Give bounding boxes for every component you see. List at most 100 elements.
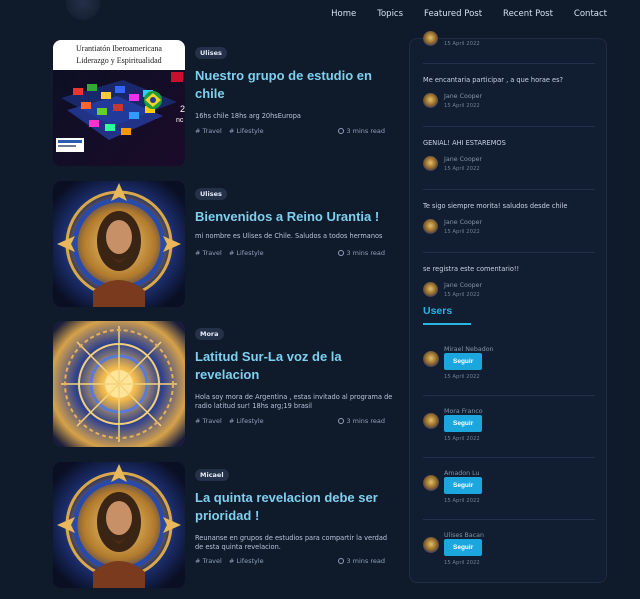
category-lifestyle[interactable]: # Lifestyle: [229, 557, 264, 565]
users-heading-underline: [423, 323, 471, 325]
category-lifestyle[interactable]: # Lifestyle: [229, 249, 264, 257]
user-date: 15 April 2022: [444, 498, 480, 504]
nav-home[interactable]: Home: [331, 9, 356, 19]
category-travel[interactable]: # Travel: [195, 127, 222, 135]
divider: [423, 126, 595, 127]
comment-date: 15 April 2022: [444, 292, 480, 298]
nav-featured-post[interactable]: Featured Post: [424, 9, 482, 19]
comment-item: 15 April 2022: [423, 31, 595, 49]
post-card: Ulises Bienvenidos a Reino Urantia ! mi …: [53, 181, 393, 307]
poster-title-line2: Liderazgo y Espiritualidad: [76, 56, 161, 65]
read-time: 3 mins read: [346, 127, 385, 135]
author-tag[interactable]: Micael: [195, 469, 229, 481]
user-name[interactable]: Mora Franco: [444, 408, 483, 415]
comment-user: Jane Cooper 15 April 2022: [423, 282, 595, 300]
user-date: 15 April 2022: [444, 560, 480, 566]
post-thumbnail-mandala[interactable]: [53, 321, 185, 447]
category-travel[interactable]: # Travel: [195, 417, 222, 425]
urantiaton-poster-image: Urantiatón Iberoamericana Liderazgo y Es…: [53, 40, 185, 166]
post-thumbnail-jesus[interactable]: [53, 462, 185, 588]
comment-user: Jane Cooper 15 April 2022: [423, 93, 595, 111]
comment-item: Te sigo siempre morita! saludos desde ch…: [423, 202, 595, 237]
comment-item: Me encantaria participar , a que horae e…: [423, 76, 595, 111]
comment-item: se registra este comentario!! Jane Coope…: [423, 265, 595, 300]
comment-text: Te sigo siempre morita! saludos desde ch…: [423, 202, 568, 210]
post-body: Micael La quinta revelacion debe ser pri…: [195, 462, 395, 552]
user-item: Mora Franco Seguir 15 April 2022: [423, 408, 595, 448]
follow-button[interactable]: Seguir: [444, 477, 483, 494]
jesus-mandala-image: [53, 462, 185, 588]
read-time: 3 mins read: [346, 557, 385, 565]
user-avatar[interactable]: [423, 93, 438, 108]
nav-contact[interactable]: Contact: [574, 9, 607, 19]
author-tag[interactable]: Ulises: [195, 188, 227, 200]
read-time: 3 mins read: [346, 249, 385, 257]
author-tag[interactable]: Mora: [195, 328, 224, 340]
divider: [423, 519, 595, 520]
divider: [423, 457, 595, 458]
clock-icon: [338, 418, 345, 424]
user-avatar[interactable]: [423, 475, 439, 491]
category-lifestyle[interactable]: # Lifestyle: [229, 417, 264, 425]
follow-button[interactable]: Seguir: [444, 353, 483, 370]
nav-recent-post[interactable]: Recent Post: [503, 9, 553, 19]
user-avatar[interactable]: [423, 537, 439, 553]
category-travel[interactable]: # Travel: [195, 557, 222, 565]
user-avatar[interactable]: [423, 351, 439, 367]
user-item: Mirael Nebadon Seguir 15 April 2022: [423, 346, 595, 386]
category-lifestyle[interactable]: # Lifestyle: [229, 127, 264, 135]
comment-user: Jane Cooper 15 April 2022: [423, 156, 595, 174]
post-excerpt: mi nombre es Ulises de Chile. Saludos a …: [195, 232, 383, 240]
post-thumbnail-jesus[interactable]: [53, 181, 185, 307]
post-body: Ulises Nuestro grupo de estudio en chile…: [195, 40, 395, 121]
user-avatar[interactable]: [423, 282, 438, 297]
comment-username[interactable]: Jane Cooper: [444, 156, 482, 163]
post-body: Mora Latitud Sur-La voz de la revelacion…: [195, 321, 395, 411]
comment-text: se registra este comentario!!: [423, 265, 520, 273]
clock-icon: [338, 250, 345, 256]
post-thumbnail-urantiaton[interactable]: Urantiatón Iberoamericana Liderazgo y Es…: [53, 40, 185, 166]
post-meta: # Travel # Lifestyle 3 mins read: [195, 127, 385, 135]
jesus-mandala-image: [53, 181, 185, 307]
post-title[interactable]: Nuestro grupo de estudio en chile: [195, 67, 395, 103]
user-item: Amadon Lu Seguir 15 April 2022: [423, 470, 595, 510]
comment-user: Jane Cooper 15 April 2022: [423, 219, 595, 237]
comment-user: 15 April 2022: [423, 31, 595, 49]
follow-button[interactable]: Seguir: [444, 539, 483, 556]
divider: [423, 189, 595, 190]
comment-date: 15 April 2022: [444, 229, 480, 235]
user-avatar[interactable]: [423, 156, 438, 171]
user-avatar[interactable]: [423, 219, 438, 234]
poster-title-line1: Urantiatón Iberoamericana: [76, 44, 162, 53]
comment-date: 15 April 2022: [444, 166, 480, 172]
post-excerpt: 16hs chile 18hs arg 20hsEuropa: [195, 112, 301, 120]
sidebar: 15 April 2022 Me encantaria participar ,…: [409, 31, 607, 583]
post-title[interactable]: Bienvenidos a Reino Urantia !: [195, 208, 395, 226]
nav-topics[interactable]: Topics: [377, 9, 403, 19]
main-nav: Home Topics Featured Post Recent Post Co…: [331, 9, 607, 19]
divider: [423, 63, 595, 64]
user-avatar[interactable]: [423, 31, 438, 46]
user-item: Ulises Bacan Seguir 15 April 2022: [423, 532, 595, 572]
user-name[interactable]: Mirael Nebadon: [444, 346, 494, 353]
author-tag[interactable]: Ulises: [195, 47, 227, 59]
user-date: 15 April 2022: [444, 374, 480, 380]
comment-item: GENIAL! AHI ESTAREMOS Jane Cooper 15 Apr…: [423, 139, 595, 174]
post-card: Micael La quinta revelacion debe ser pri…: [53, 462, 393, 588]
user-name[interactable]: Ulises Bacan: [444, 532, 484, 539]
clock-icon: [338, 128, 345, 134]
user-name[interactable]: Amadon Lu: [444, 470, 480, 477]
comment-username[interactable]: Jane Cooper: [444, 93, 482, 100]
user-avatar[interactable]: [423, 413, 439, 429]
post-title[interactable]: Latitud Sur-La voz de la revelacion: [195, 348, 395, 384]
site-logo[interactable]: [66, 0, 100, 20]
post-title[interactable]: La quinta revelacion debe ser prioridad …: [195, 489, 395, 525]
comment-username[interactable]: Jane Cooper: [444, 282, 482, 289]
follow-button[interactable]: Seguir: [444, 415, 483, 432]
comment-date: 15 April 2022: [444, 103, 480, 109]
comment-username[interactable]: Jane Cooper: [444, 219, 482, 226]
post-card: Urantiatón Iberoamericana Liderazgo y Es…: [53, 40, 393, 166]
comment-date: 15 April 2022: [444, 41, 480, 47]
poster-side-text-1: 2: [180, 104, 185, 114]
category-travel[interactable]: # Travel: [195, 249, 222, 257]
